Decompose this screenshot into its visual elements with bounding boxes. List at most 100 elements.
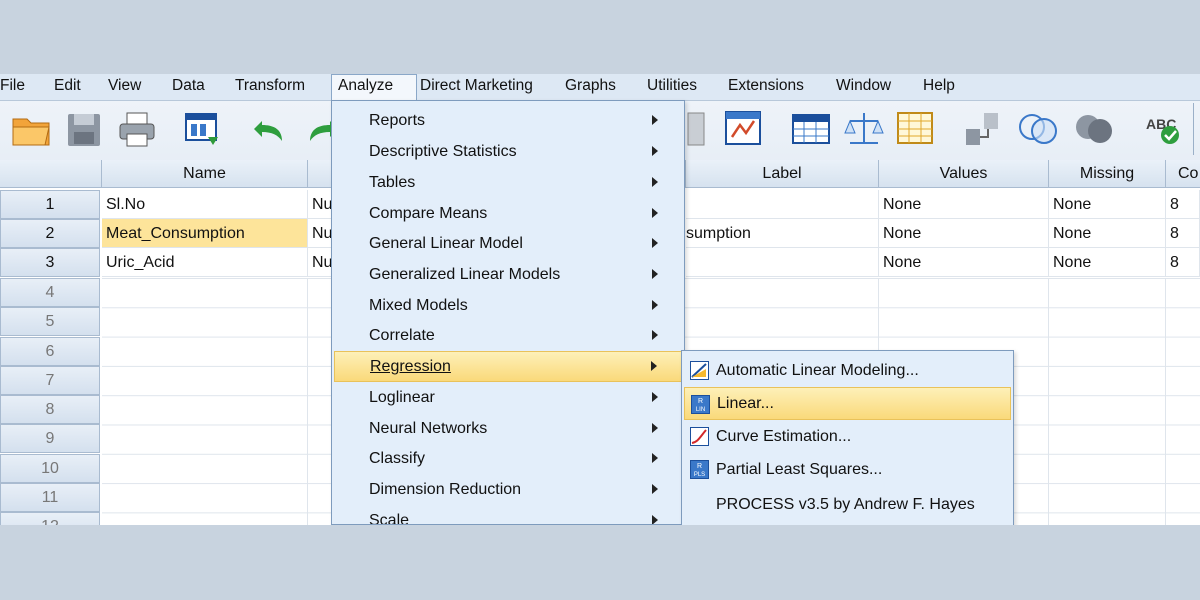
save-icon[interactable] <box>62 107 106 151</box>
cell-missing[interactable]: None <box>1049 248 1166 277</box>
print-icon[interactable] <box>115 107 159 151</box>
grid-line <box>1165 278 1166 525</box>
cell-label[interactable] <box>686 190 879 219</box>
menu-direct-marketing[interactable]: Direct Marketing <box>414 74 539 100</box>
menu-item-dimension-reduction[interactable]: Dimension Reduction <box>334 474 682 505</box>
menu-item-loglinear[interactable]: Loglinear <box>334 382 682 413</box>
row-header[interactable]: 5 <box>0 307 100 336</box>
cell-type[interactable]: Nu <box>308 219 332 248</box>
cell-name[interactable]: Sl.No <box>102 190 308 219</box>
cell-columns[interactable]: 8 <box>1166 190 1200 219</box>
menu-item-general-linear-model[interactable]: General Linear Model <box>334 228 682 259</box>
row-header[interactable]: 8 <box>0 395 100 424</box>
column-header-columns[interactable]: Co <box>1166 160 1200 188</box>
row-header[interactable]: 10 <box>0 454 100 483</box>
column-header-values[interactable]: Values <box>879 160 1049 188</box>
menu-item-descriptive-statistics[interactable]: Descriptive Statistics <box>334 136 682 167</box>
menu-item-scale[interactable]: Scale <box>334 505 682 524</box>
menu-item-regression[interactable]: Regression <box>334 351 682 382</box>
spss-variable-view-window: File Edit View Data Transform Analyze Di… <box>0 74 1200 525</box>
submenu-arrow-icon <box>652 423 658 433</box>
cell-type[interactable]: Nu <box>308 248 332 277</box>
submenu-arrow-icon <box>652 238 658 248</box>
value-labels-icon[interactable] <box>1016 107 1060 151</box>
cell-columns[interactable]: 8 <box>1166 248 1200 277</box>
row-header[interactable]: 3 <box>0 248 100 277</box>
menu-bar: File Edit View Data Transform Analyze Di… <box>0 74 1200 101</box>
row-header[interactable]: 6 <box>0 337 100 366</box>
menu-data[interactable]: Data <box>166 74 211 100</box>
menu-extensions[interactable]: Extensions <box>722 74 810 100</box>
submenu-arrow-icon <box>652 177 658 187</box>
submenu-arrow-icon <box>652 484 658 494</box>
submenu-arrow-icon <box>652 330 658 340</box>
column-header-label[interactable]: Label <box>686 160 879 188</box>
use-sets-icon[interactable] <box>1072 107 1116 151</box>
menu-utilities[interactable]: Utilities <box>641 74 703 100</box>
cell-values[interactable]: None <box>879 219 1049 248</box>
cell-values[interactable]: None <box>879 190 1049 219</box>
menu-item-reports[interactable]: Reports <box>334 105 682 136</box>
spell-check-icon[interactable]: ABC <box>1142 107 1186 151</box>
auto-linear-icon <box>690 361 709 380</box>
menu-transform[interactable]: Transform <box>229 74 311 100</box>
undo-icon[interactable] <box>248 107 292 151</box>
submenu-item-partial-least-squares[interactable]: R PLS Partial Least Squares... <box>684 453 1011 486</box>
analyze-menu: Reports Descriptive Statistics Tables Co… <box>331 100 685 525</box>
column-header-missing[interactable]: Missing <box>1049 160 1166 188</box>
submenu-arrow-icon <box>652 300 658 310</box>
row-header[interactable]: 7 <box>0 366 100 395</box>
cell-missing[interactable]: None <box>1049 190 1166 219</box>
cell-missing[interactable]: None <box>1049 219 1166 248</box>
row-header[interactable]: 9 <box>0 424 100 453</box>
submenu-item-process[interactable]: PROCESS v3.5 by Andrew F. Hayes <box>684 488 1011 521</box>
menu-analyze[interactable]: Analyze <box>331 74 417 101</box>
variables-icon[interactable] <box>790 107 834 151</box>
menu-item-compare-means[interactable]: Compare Means <box>334 198 682 229</box>
goto-variable-icon[interactable] <box>722 107 766 151</box>
open-folder-icon[interactable] <box>10 107 54 151</box>
menu-graphs[interactable]: Graphs <box>559 74 622 100</box>
menu-item-generalized-linear-models[interactable]: Generalized Linear Models <box>334 259 682 290</box>
submenu-item-linear[interactable]: R LIN Linear... <box>684 387 1011 420</box>
row-header[interactable]: 2 <box>0 219 100 248</box>
submenu-arrow-icon <box>652 146 658 156</box>
row-header[interactable]: 11 <box>0 483 100 512</box>
menu-item-tables[interactable]: Tables <box>334 167 682 198</box>
cell-name[interactable]: Uric_Acid <box>102 248 308 277</box>
menu-edit[interactable]: Edit <box>48 74 87 100</box>
menu-window[interactable]: Window <box>830 74 897 100</box>
weight-cases-icon[interactable] <box>842 107 886 151</box>
svg-text:LIN: LIN <box>696 407 705 413</box>
submenu-arrow-icon <box>652 269 658 279</box>
submenu-item-curve-estimation[interactable]: Curve Estimation... <box>684 420 1011 453</box>
select-cases-icon[interactable] <box>962 107 1006 151</box>
cell-values[interactable]: None <box>879 248 1049 277</box>
dialog-recall-icon[interactable] <box>180 107 224 151</box>
corner-header <box>0 160 102 188</box>
grid-line <box>307 278 308 525</box>
grid-line <box>1048 278 1049 525</box>
cell-name-selected[interactable]: Meat_Consumption <box>102 219 308 248</box>
regression-submenu: Automatic Linear Modeling... R LIN Linear… <box>681 350 1014 525</box>
row-header[interactable]: 1 <box>0 190 100 219</box>
menu-help[interactable]: Help <box>917 74 961 100</box>
menu-item-mixed-models[interactable]: Mixed Models <box>334 290 682 321</box>
submenu-arrow-icon <box>652 453 658 463</box>
pls-icon: R PLS <box>690 460 709 479</box>
cell-columns[interactable]: 8 <box>1166 219 1200 248</box>
menu-item-classify[interactable]: Classify <box>334 443 682 474</box>
row-header[interactable]: 4 <box>0 278 100 307</box>
cell-type[interactable]: Nu <box>308 190 332 219</box>
submenu-item-automatic-linear-modeling[interactable]: Automatic Linear Modeling... <box>684 354 1011 387</box>
menu-view[interactable]: View <box>102 74 147 100</box>
row-header[interactable]: 12 <box>0 512 100 525</box>
svg-text:PLS: PLS <box>694 472 705 478</box>
menu-item-neural-networks[interactable]: Neural Networks <box>334 413 682 444</box>
menu-item-correlate[interactable]: Correlate <box>334 320 682 351</box>
cell-label[interactable] <box>686 248 879 277</box>
cell-label[interactable]: sumption <box>686 219 879 248</box>
menu-file[interactable]: File <box>0 74 31 100</box>
column-header-name[interactable]: Name <box>102 160 308 188</box>
split-file-icon[interactable] <box>894 107 938 151</box>
